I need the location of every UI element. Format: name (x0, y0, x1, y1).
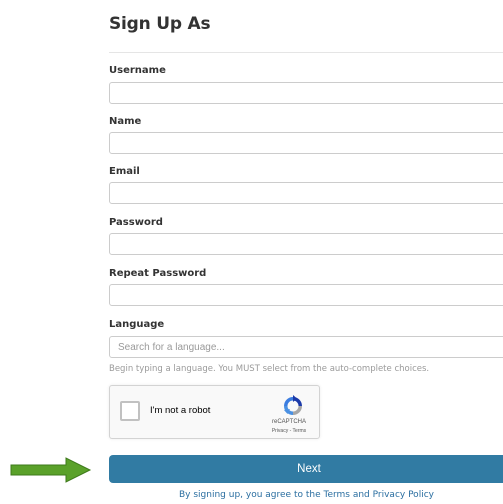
language-help-text: Begin typing a language. You MUST select… (109, 364, 430, 374)
username-input[interactable] (109, 82, 503, 104)
signup-page: Sign Up As Username Name Email Password … (0, 0, 503, 504)
recaptcha-logo-icon (284, 395, 302, 415)
recaptcha-checkbox[interactable] (120, 401, 140, 421)
name-input[interactable] (109, 132, 503, 154)
password-input[interactable] (109, 233, 503, 255)
right-arrow-icon (10, 457, 92, 483)
repeat-password-input[interactable] (109, 284, 503, 306)
terms-privacy-link[interactable]: By signing up, you agree to the Terms an… (179, 490, 434, 500)
language-search-input[interactable] (109, 336, 503, 358)
email-label: Email (109, 166, 140, 177)
next-button[interactable]: Next (109, 455, 503, 483)
page-title: Sign Up As (109, 14, 211, 34)
recaptcha-widget: I'm not a robot reCAPTCHA Privacy - Term… (109, 385, 320, 439)
recaptcha-privacy-terms-link[interactable]: Privacy - Terms (266, 428, 312, 434)
name-label: Name (109, 116, 142, 127)
repeat-password-label: Repeat Password (109, 268, 207, 279)
email-input[interactable] (109, 182, 503, 204)
recaptcha-brand: reCAPTCHA (271, 419, 306, 425)
password-label: Password (109, 217, 163, 228)
username-label: Username (109, 65, 166, 76)
recaptcha-label: I'm not a robot (150, 405, 211, 416)
language-label: Language (109, 319, 165, 330)
title-divider (109, 52, 503, 53)
